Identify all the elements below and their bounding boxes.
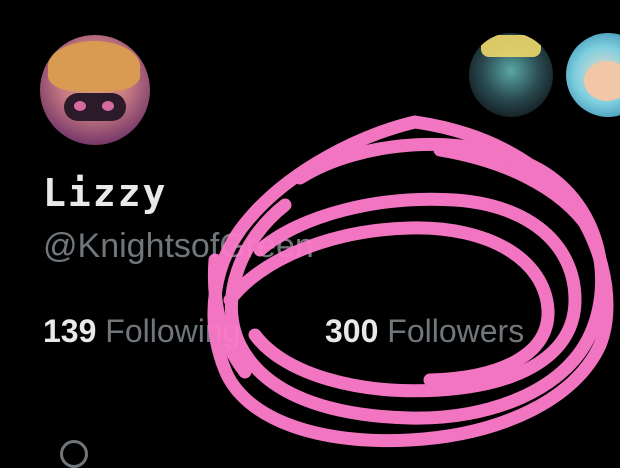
following-link[interactable]: 139 Following (43, 310, 240, 352)
followers-label: Followers (387, 313, 525, 349)
follower-avatar[interactable] (566, 33, 620, 117)
avatar-hair-shape (48, 41, 140, 91)
followers-count: 300 (325, 313, 379, 349)
avatar-crown-shape (481, 35, 541, 57)
following-count: 139 (43, 313, 97, 349)
user-handle: @KnightsofGreen (43, 227, 314, 265)
location-icon (60, 440, 88, 468)
profile-avatar[interactable] (40, 35, 150, 145)
follower-avatar[interactable] (469, 33, 553, 117)
avatar-eye-right (102, 101, 114, 111)
display-name: Lizzy (43, 171, 168, 215)
profile-stats: 139 Following 300 Followers (0, 310, 620, 352)
avatar-eye-left (74, 101, 86, 111)
following-label: Following (105, 313, 241, 349)
avatar-face-shape (584, 61, 620, 101)
followers-link[interactable]: 300 Followers (325, 310, 524, 352)
